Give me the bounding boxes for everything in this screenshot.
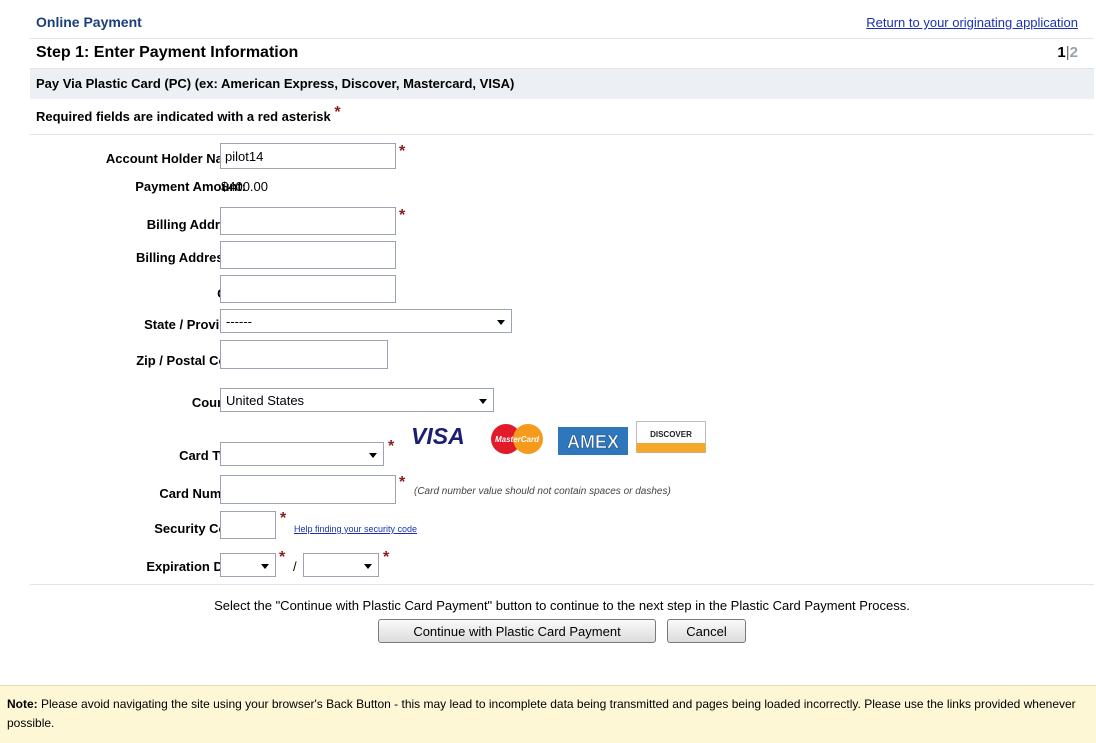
visa-logo: VISA	[411, 423, 465, 449]
amex-logo: AMEX	[558, 427, 628, 455]
billing-address2-input[interactable]	[220, 241, 396, 269]
required-note-text: Required fields are indicated with a red…	[36, 109, 331, 124]
expiration-separator: /	[293, 559, 297, 574]
state-label: State / Province:	[144, 317, 246, 332]
card-number-input[interactable]	[220, 475, 396, 504]
expiration-label: Expiration Date:	[146, 559, 246, 574]
expiration-month-asterisk: *	[279, 549, 286, 566]
account-holder-asterisk: *	[399, 143, 406, 160]
billing-address2-label: Billing Address 2:	[135, 250, 246, 265]
expiration-year-select[interactable]	[303, 553, 379, 577]
divider	[30, 134, 1094, 135]
card-number-label: Card Number:	[159, 486, 246, 501]
step-next: 2	[1069, 44, 1078, 61]
step-bar: Step 1: Enter Payment Information 1|2	[30, 38, 1094, 65]
note-label: Note:	[7, 697, 38, 711]
payment-method-bar: Pay Via Plastic Card (PC) (ex: American …	[30, 68, 1094, 99]
amex-logo-text: AMEX	[567, 432, 619, 452]
payment-method-text: Pay Via Plastic Card (PC) (ex: American …	[36, 76, 515, 91]
expiration-month-select[interactable]	[220, 553, 276, 577]
card-type-asterisk: *	[388, 438, 395, 455]
account-holder-label: Account Holder Name:	[105, 151, 246, 166]
card-number-hint: (Card number value should not contain sp…	[414, 486, 671, 497]
discover-logo: DISCOVER	[636, 421, 706, 453]
zip-input[interactable]	[220, 340, 388, 369]
title-bar: Online Payment Return to your originatin…	[30, 8, 1094, 34]
security-code-input[interactable]	[220, 511, 276, 539]
chevron-down-icon	[497, 320, 505, 325]
billing-address-input[interactable]	[220, 207, 396, 235]
chevron-down-icon	[364, 564, 372, 569]
security-code-asterisk: *	[280, 510, 287, 527]
return-link[interactable]: Return to your originating application	[866, 15, 1078, 30]
billing-address-label: Billing Address:	[146, 217, 246, 232]
chevron-down-icon	[479, 399, 487, 404]
app-title: Online Payment	[36, 14, 142, 30]
required-asterisk: *	[334, 104, 341, 121]
step-current: 1	[1057, 44, 1066, 61]
step-title: Step 1: Enter Payment Information	[36, 44, 299, 61]
state-select[interactable]: ------	[220, 309, 512, 333]
instruction-text: Select the "Continue with Plastic Card P…	[214, 598, 910, 613]
required-note: Required fields are indicated with a red…	[36, 104, 341, 126]
payment-panel: Online Payment Return to your originatin…	[30, 0, 1094, 656]
account-holder-input[interactable]	[220, 143, 396, 169]
continue-button[interactable]: Continue with Plastic Card Payment	[378, 619, 656, 643]
payment-amount-value: $400.00	[221, 179, 268, 194]
note-body: Please avoid navigating the site using y…	[7, 697, 1076, 730]
country-label: Country:	[191, 395, 246, 410]
chevron-down-icon	[369, 453, 377, 458]
mastercard-logo-text: MasterCard	[495, 435, 540, 444]
billing-address-asterisk: *	[399, 207, 406, 224]
visa-logo-text: VISA	[411, 423, 465, 449]
city-label: City:	[36, 286, 246, 301]
card-type-label: Card Type:	[179, 448, 246, 463]
mastercard-logo: MasterCard	[491, 424, 543, 454]
zip-label: Zip / Postal Code:	[136, 353, 246, 368]
city-input[interactable]	[220, 275, 396, 303]
discover-logo-text: DISCOVER	[650, 430, 692, 439]
country-select[interactable]: United States	[220, 388, 494, 412]
note-text: Note: Please avoid navigating the site u…	[7, 695, 1082, 733]
cancel-button[interactable]: Cancel	[667, 619, 746, 643]
divider	[30, 584, 1094, 585]
card-type-select[interactable]	[220, 442, 384, 466]
expiration-year-asterisk: *	[383, 549, 390, 566]
security-help-link[interactable]: Help finding your security code	[294, 524, 417, 534]
payment-amount-label: Payment Amount:	[135, 179, 246, 194]
country-select-value: United States	[226, 393, 305, 408]
note-box: Note: Please avoid navigating the site u…	[0, 685, 1096, 743]
security-code-label: Security Code:	[154, 521, 246, 536]
card-number-asterisk: *	[399, 474, 406, 491]
state-select-value: ------	[226, 314, 252, 329]
chevron-down-icon	[261, 564, 269, 569]
step-indicator: 1|2	[1057, 44, 1078, 61]
